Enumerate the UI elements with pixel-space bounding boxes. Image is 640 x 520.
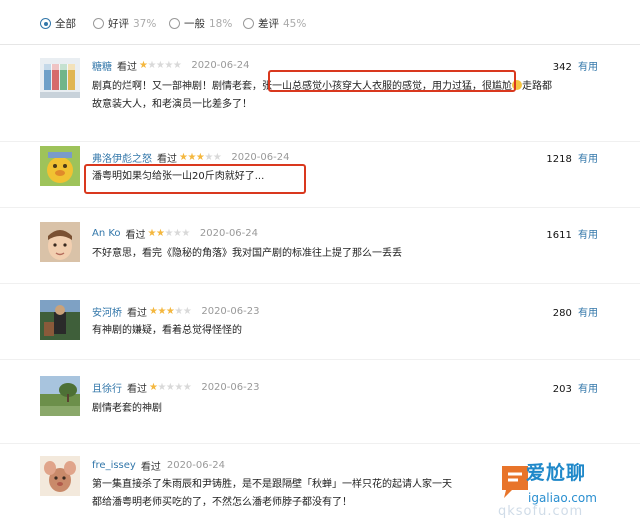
review-text: 故意装大人，和老演员一比差多了！	[92, 99, 252, 110]
filter-positive[interactable]: 好评 37%	[93, 16, 156, 31]
review-item: 且徐行 看过 ★★★★★ 2020-06-23 203 有用 剧情老套的神剧	[0, 360, 640, 444]
review-content: 有神剧的嫌疑，看着总觉得怪怪的	[92, 322, 600, 340]
review-item: 弗洛伊彪之怒 看过 ★★★★★ 2020-06-24 1218 有用 潘粤明如果…	[0, 142, 640, 208]
review-meta: 且徐行 看过 ★★★★★ 2020-06-23	[92, 380, 259, 395]
review-text: 有神剧的嫌疑，看着总觉得怪怪的	[92, 325, 242, 336]
useful-button[interactable]: 有用	[578, 230, 598, 241]
review-meta: An Ko 看过 ★★★★★ 2020-06-24	[92, 226, 258, 241]
vote-count: 1218	[546, 154, 572, 165]
star-rating: ★★★★★	[149, 382, 192, 393]
vote-area: 1611 有用	[546, 226, 598, 241]
username-link[interactable]: 弗洛伊彪之怒	[92, 150, 152, 165]
review-date: 2020-06-23	[201, 306, 260, 317]
review-item: 安河桥 看过 ★★★★★ 2020-06-23 280 有用 有神剧的嫌疑，看着…	[0, 284, 640, 360]
avatar[interactable]	[40, 456, 80, 496]
review-content: 不好意思，看完《隐秘的角落》我对国产剧的标准往上提了那么一丢丢	[92, 245, 600, 263]
review-meta: 弗洛伊彪之怒 看过 ★★★★★ 2020-06-24	[92, 150, 289, 165]
review-meta: 安河桥 看过 ★★★★★ 2020-06-23	[92, 304, 259, 319]
filter-all[interactable]: 全部	[40, 16, 76, 31]
username-link[interactable]: 安河桥	[92, 304, 122, 319]
filter-label: 差评	[258, 18, 279, 30]
avatar[interactable]	[40, 58, 80, 98]
review-date: 2020-06-24	[166, 460, 225, 471]
filter-label: 好评	[108, 18, 129, 30]
useful-button[interactable]: 有用	[578, 62, 598, 73]
vote-area: 342 有用	[553, 58, 598, 73]
review-date: 2020-06-24	[191, 60, 250, 71]
watermark-ghost-text: qksofu.com	[498, 504, 584, 519]
watched-label: 看过	[127, 384, 147, 395]
username-link[interactable]: An Ko	[92, 228, 121, 239]
watermark-text: 爱尬聊	[526, 462, 587, 484]
vote-area: 203 有用	[553, 380, 598, 395]
avatar[interactable]	[40, 146, 80, 186]
review-text: 走路都	[522, 81, 552, 92]
useful-button[interactable]: 有用	[578, 308, 598, 319]
vote-count: 203	[552, 384, 572, 395]
watched-label: 看过	[125, 230, 146, 241]
filter-percent: 37%	[133, 17, 157, 30]
radio-icon[interactable]	[243, 18, 254, 29]
vote-area: 280 有用	[553, 304, 598, 319]
username-link[interactable]: 且徐行	[92, 380, 122, 395]
star-rating: ★★★★★	[147, 228, 191, 239]
username-link[interactable]: 糖糖	[92, 58, 112, 73]
radio-icon[interactable]	[93, 18, 104, 29]
review-date: 2020-06-23	[201, 382, 260, 393]
review-date: 2020-06-24	[231, 152, 290, 163]
filter-negative[interactable]: 差评 45%	[243, 16, 306, 31]
filter-percent: 18%	[209, 17, 233, 30]
radio-checked-icon[interactable]	[40, 18, 51, 29]
vote-count: 280	[552, 308, 572, 319]
review-content: 剧情老套的神剧	[92, 400, 600, 418]
star-rating: ★★★★★	[139, 60, 182, 71]
review-item: An Ko 看过 ★★★★★ 2020-06-24 1611 有用 不好意思，看…	[0, 208, 640, 284]
highlight-box	[268, 70, 516, 92]
review-item: 糖糖 看过 ★★★★★ 2020-06-24 342 有用 剧真的烂啊！又一部神…	[0, 44, 640, 142]
username-link[interactable]: fre_issey	[92, 460, 136, 471]
filter-percent: 45%	[283, 17, 307, 30]
review-text: 剧情老套的神剧	[92, 403, 162, 414]
review-text: 剧真的烂啊！又一部神剧！剧情老套，	[92, 81, 262, 92]
star-rating: ★★★★★	[149, 306, 192, 317]
radio-icon[interactable]	[169, 18, 180, 29]
filter-neutral[interactable]: 一般 18%	[169, 16, 232, 31]
review-meta: 糖糖 看过 ★★★★★ 2020-06-24	[92, 58, 249, 73]
useful-button[interactable]: 有用	[578, 154, 598, 165]
filter-label: 一般	[184, 18, 205, 30]
review-meta: fre_issey 看过 2020-06-24	[92, 458, 225, 473]
avatar[interactable]	[40, 222, 80, 262]
watched-label: 看过	[157, 154, 177, 165]
watched-label: 看过	[127, 308, 147, 319]
review-text: 不好意思，看完《隐秘的角落》我对国产剧的标准往上提了那么一丢丢	[92, 248, 402, 259]
avatar[interactable]	[40, 300, 80, 340]
filter-label: 全部	[55, 18, 76, 30]
vote-count: 342	[552, 62, 572, 73]
site-watermark: 爱尬聊 igaliao.com qksofu.com	[498, 458, 640, 520]
review-date: 2020-06-24	[199, 228, 259, 239]
avatar[interactable]	[40, 376, 80, 416]
vote-area: 1218 有用	[546, 150, 598, 165]
vote-count: 1611	[546, 230, 572, 241]
watched-label: 看过	[140, 462, 161, 473]
star-rating: ★★★★★	[179, 152, 222, 163]
highlight-box	[84, 164, 306, 194]
useful-button[interactable]: 有用	[578, 384, 598, 395]
review-filter-bar: 全部 好评 37% 一般 18% 差评 45%	[0, 0, 640, 45]
watermark-url: igaliao.com	[528, 491, 597, 505]
watched-label: 看过	[117, 62, 137, 73]
